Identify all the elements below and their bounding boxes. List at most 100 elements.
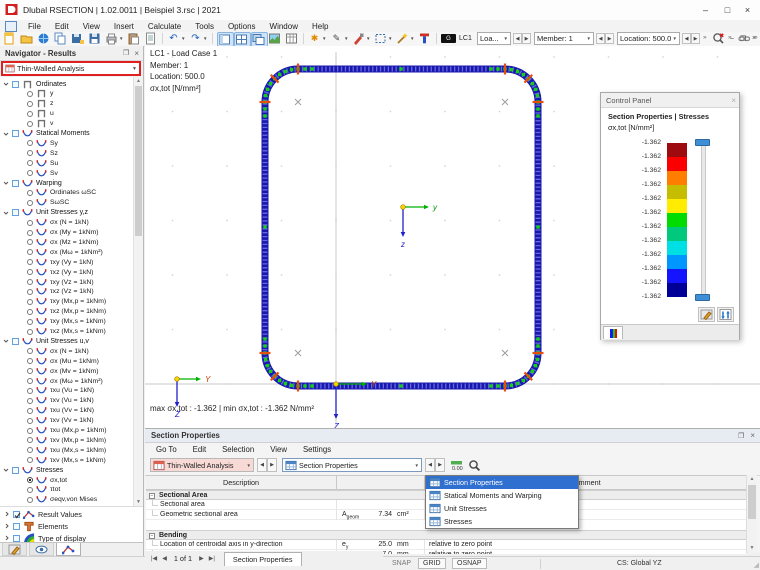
globe-icon[interactable]: [37, 32, 52, 45]
menu-insert[interactable]: Insert: [107, 21, 141, 32]
combo-arrow-icon[interactable]: ▼: [673, 36, 677, 41]
close-panel-icon[interactable]: ×: [134, 49, 139, 58]
tree-radio[interactable]: [27, 358, 33, 364]
first-page-icon[interactable]: |◀: [151, 555, 157, 562]
tree-radio[interactable]: [27, 428, 33, 434]
edit-pen-icon[interactable]: ✎▼: [330, 32, 350, 45]
tree-radio[interactable]: [27, 140, 33, 146]
osnap-toggle[interactable]: OSNAP: [452, 558, 487, 569]
float-panel-icon[interactable]: ❐: [123, 49, 129, 57]
scroll-down-icon[interactable]: ▼: [747, 544, 757, 553]
section-panel-header[interactable]: Section Properties ❐ ×: [145, 429, 760, 443]
combo-arrow-icon[interactable]: ▼: [132, 66, 137, 72]
magic-wand-icon[interactable]: ▼: [396, 32, 416, 45]
tree-radio[interactable]: [27, 497, 33, 503]
next-icon[interactable]: ▶: [691, 33, 700, 44]
tree-radio[interactable]: [27, 388, 33, 394]
tree-radio[interactable]: [27, 437, 33, 443]
tree-radio[interactable]: [27, 101, 33, 107]
redo-icon[interactable]: ↷▼: [189, 32, 209, 45]
mdi-minimize-icon[interactable]: –: [727, 33, 737, 44]
tree-item-s-sc[interactable]: SωSC: [27, 198, 69, 208]
close-panel-icon[interactable]: ×: [750, 431, 755, 440]
tree-item--xz-mx-s-1knm-[interactable]: τxz (Mx,s = 1kNm): [27, 327, 106, 337]
member-combo[interactable]: Member: 1▼: [534, 32, 594, 45]
navigator-header[interactable]: Navigator - Results ❐ ×: [0, 46, 143, 61]
footer-checkbox[interactable]: [13, 511, 20, 518]
nav-tab-results[interactable]: [56, 543, 81, 556]
expand-chevron-icon[interactable]: [3, 338, 9, 344]
expand-chevron-icon[interactable]: [4, 535, 10, 541]
nav-tab-views[interactable]: [29, 543, 54, 556]
tree-radio[interactable]: [27, 398, 33, 404]
nav-tab-display[interactable]: [2, 543, 27, 556]
tree-radio[interactable]: [27, 418, 33, 424]
win-one-icon[interactable]: [217, 32, 234, 47]
tree-radio[interactable]: [27, 230, 33, 236]
dropdown-arrow-icon[interactable]: ▼: [388, 36, 392, 41]
footer-checkbox[interactable]: [13, 535, 20, 542]
menu-help[interactable]: Help: [305, 21, 335, 32]
navigator-footer-result-values[interactable]: Result Values: [4, 509, 82, 519]
tree-item--xv-mx-s-1knm-[interactable]: τxv (Mx,s = 1kNm): [27, 455, 106, 465]
tree-radio[interactable]: [27, 279, 33, 285]
tree-checkbox[interactable]: [12, 130, 19, 137]
navigator-footer-elements[interactable]: Elements: [4, 521, 68, 531]
view-dropdown-item-unit-stresses[interactable]: Unit Stresses: [426, 502, 578, 515]
tree-radio[interactable]: [27, 160, 33, 166]
analysis-combo[interactable]: Thin-Walled Analysis: [17, 64, 84, 73]
new-star-icon[interactable]: ✱▼: [308, 32, 328, 45]
footer-checkbox[interactable]: [13, 523, 20, 530]
table-tab-section-properties[interactable]: Section Properties: [224, 552, 302, 566]
menu-calculate[interactable]: Calculate: [141, 21, 188, 32]
table-group-row-bending[interactable]: −Bending: [146, 530, 746, 540]
next-icon[interactable]: ▶: [267, 458, 277, 472]
expand-chevron-icon[interactable]: [3, 210, 9, 216]
combo-arrow-icon[interactable]: ▼: [504, 36, 508, 41]
tree-radio[interactable]: [27, 269, 33, 275]
combo-arrow-icon[interactable]: ▼: [415, 463, 419, 468]
expand-chevron-icon[interactable]: [4, 511, 10, 517]
tree-radio[interactable]: [27, 91, 33, 97]
paste-icon[interactable]: [127, 32, 142, 45]
tree-radio[interactable]: [27, 289, 33, 295]
scrollbar-thumb[interactable]: [135, 86, 142, 236]
prev-icon[interactable]: ◀: [257, 458, 267, 472]
panel-options-button[interactable]: [717, 307, 734, 322]
expand-chevron-icon[interactable]: [3, 180, 9, 186]
minimize-button[interactable]: –: [695, 2, 716, 17]
clear-view-icon[interactable]: [712, 32, 727, 45]
print-icon[interactable]: ▼: [105, 32, 125, 45]
next-icon[interactable]: ▶: [435, 458, 445, 472]
section-profile-icon[interactable]: [418, 32, 433, 45]
panel-analysis-combo[interactable]: Thin-Walled Analysis▼: [150, 458, 254, 472]
scrollbar-thumb[interactable]: [748, 485, 756, 519]
view-dropdown-item-section-properties[interactable]: Section Properties: [426, 476, 578, 489]
display-brush-icon[interactable]: ▼: [352, 32, 372, 45]
menu-file[interactable]: File: [21, 21, 48, 32]
collapse-group-icon[interactable]: −: [149, 493, 155, 499]
prev-icon[interactable]: ◀: [682, 33, 691, 44]
prev-icon[interactable]: ◀: [513, 33, 522, 44]
dropdown-arrow-icon[interactable]: ▼: [181, 36, 185, 41]
tree-checkbox[interactable]: [12, 338, 19, 345]
tree-radio[interactable]: [27, 299, 33, 305]
close-button[interactable]: ×: [737, 2, 758, 17]
scale-slider-handle-top[interactable]: [695, 139, 710, 146]
tree-radio[interactable]: [27, 457, 33, 463]
dropdown-arrow-icon[interactable]: ▼: [410, 36, 414, 41]
tree-radio[interactable]: [27, 249, 33, 255]
menu-tools[interactable]: Tools: [188, 21, 221, 32]
tree-checkbox[interactable]: [12, 81, 19, 88]
tree-checkbox[interactable]: [12, 180, 19, 187]
resize-grip[interactable]: ◢: [754, 561, 759, 569]
panel-view-combo[interactable]: Section Properties▼: [282, 458, 422, 472]
overflow-chevron[interactable]: »: [703, 34, 707, 41]
tree-radio[interactable]: [27, 259, 33, 265]
panel-menu-go-to[interactable]: Go To: [148, 445, 185, 454]
scroll-down-icon[interactable]: ▼: [134, 498, 143, 506]
last-page-icon[interactable]: ▶|: [209, 555, 215, 562]
tree-radio[interactable]: [27, 309, 33, 315]
control-panel-close-icon[interactable]: ×: [731, 96, 736, 105]
dropdown-arrow-icon[interactable]: ▼: [119, 36, 123, 41]
